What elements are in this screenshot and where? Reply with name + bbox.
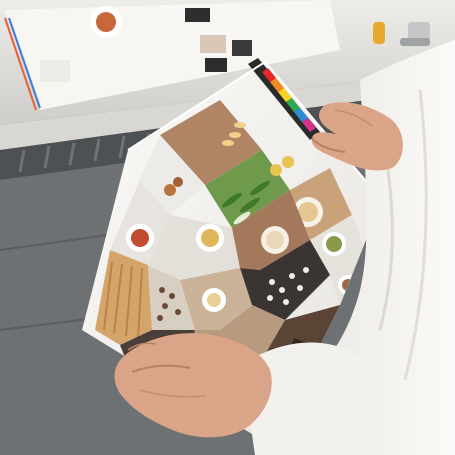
photo-scene bbox=[0, 0, 455, 455]
yellow-tool bbox=[373, 22, 385, 44]
thumbnail-dark bbox=[185, 8, 210, 22]
scene-svg bbox=[0, 0, 455, 455]
